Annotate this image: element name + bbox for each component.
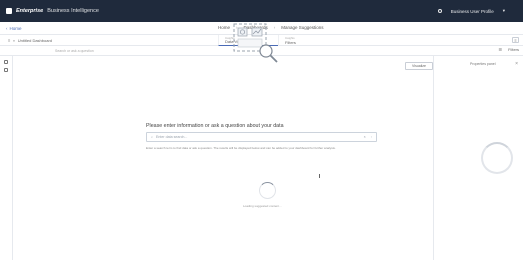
- logo-icon: [6, 8, 12, 14]
- brand[interactable]: Enterprise Business Intelligence: [6, 8, 99, 14]
- loading-label: Loading suggested content...: [243, 204, 282, 208]
- chevron-down-icon[interactable]: ▾: [503, 8, 505, 14]
- brand-secondary: Business Intelligence: [47, 8, 99, 14]
- back-link[interactable]: ‹ Home: [6, 26, 22, 31]
- breadcrumb-current[interactable]: Manage Suggestions: [281, 25, 323, 30]
- tab-options-button[interactable]: ≡: [512, 37, 519, 43]
- tab-label: Filters: [285, 39, 296, 45]
- close-icon[interactable]: ×: [515, 61, 518, 67]
- left-rail: [0, 56, 13, 260]
- file-tab-label: Untitled Dashboard: [17, 37, 53, 43]
- app-window: Enterprise Business Intelligence Busines…: [0, 0, 523, 260]
- search-placeholder: Enter data search...: [156, 135, 188, 139]
- loading-spinner-icon: [259, 182, 276, 199]
- panel-loading-spinner-icon: [481, 142, 513, 174]
- main-canvas: Visualize: [13, 56, 434, 260]
- user-menu-label[interactable]: Business User Profile: [451, 9, 494, 14]
- edit-icon[interactable]: [4, 68, 8, 72]
- menu-icon[interactable]: ≡: [8, 38, 10, 43]
- search-illustration-icon: [233, 23, 278, 63]
- search-icon: ⌕: [151, 135, 154, 139]
- file-tab[interactable]: ≡ ▪ Untitled Dashboard: [0, 38, 52, 43]
- file-icon: ▪: [13, 37, 15, 43]
- notification-icon[interactable]: [437, 9, 442, 13]
- visualize-button[interactable]: Visualize: [405, 62, 433, 70]
- data-icon[interactable]: [4, 60, 8, 64]
- text-cursor: [319, 174, 320, 178]
- breadcrumb-home[interactable]: Home: [218, 25, 230, 30]
- toolbar-hint[interactable]: Search or ask a question: [55, 49, 94, 53]
- brand-primary: Enterprise: [16, 8, 44, 14]
- back-label: Home: [9, 25, 22, 31]
- mic-icon[interactable]: ◦: [371, 135, 372, 139]
- search-input[interactable]: ⌕ Enter data search... × ◦: [146, 132, 377, 142]
- tab-filters[interactable]: Insights Filters: [278, 35, 338, 46]
- toolbar-filters[interactable]: Filters: [508, 47, 519, 52]
- help-note: Enter a search term to find data or ask …: [146, 146, 336, 150]
- back-arrow-icon: ‹: [6, 25, 8, 31]
- clear-icon[interactable]: ×: [364, 135, 366, 139]
- toolbar-list-icon[interactable]: ☰: [499, 47, 503, 52]
- prompt-title: Please enter information or ask a questi…: [146, 123, 284, 129]
